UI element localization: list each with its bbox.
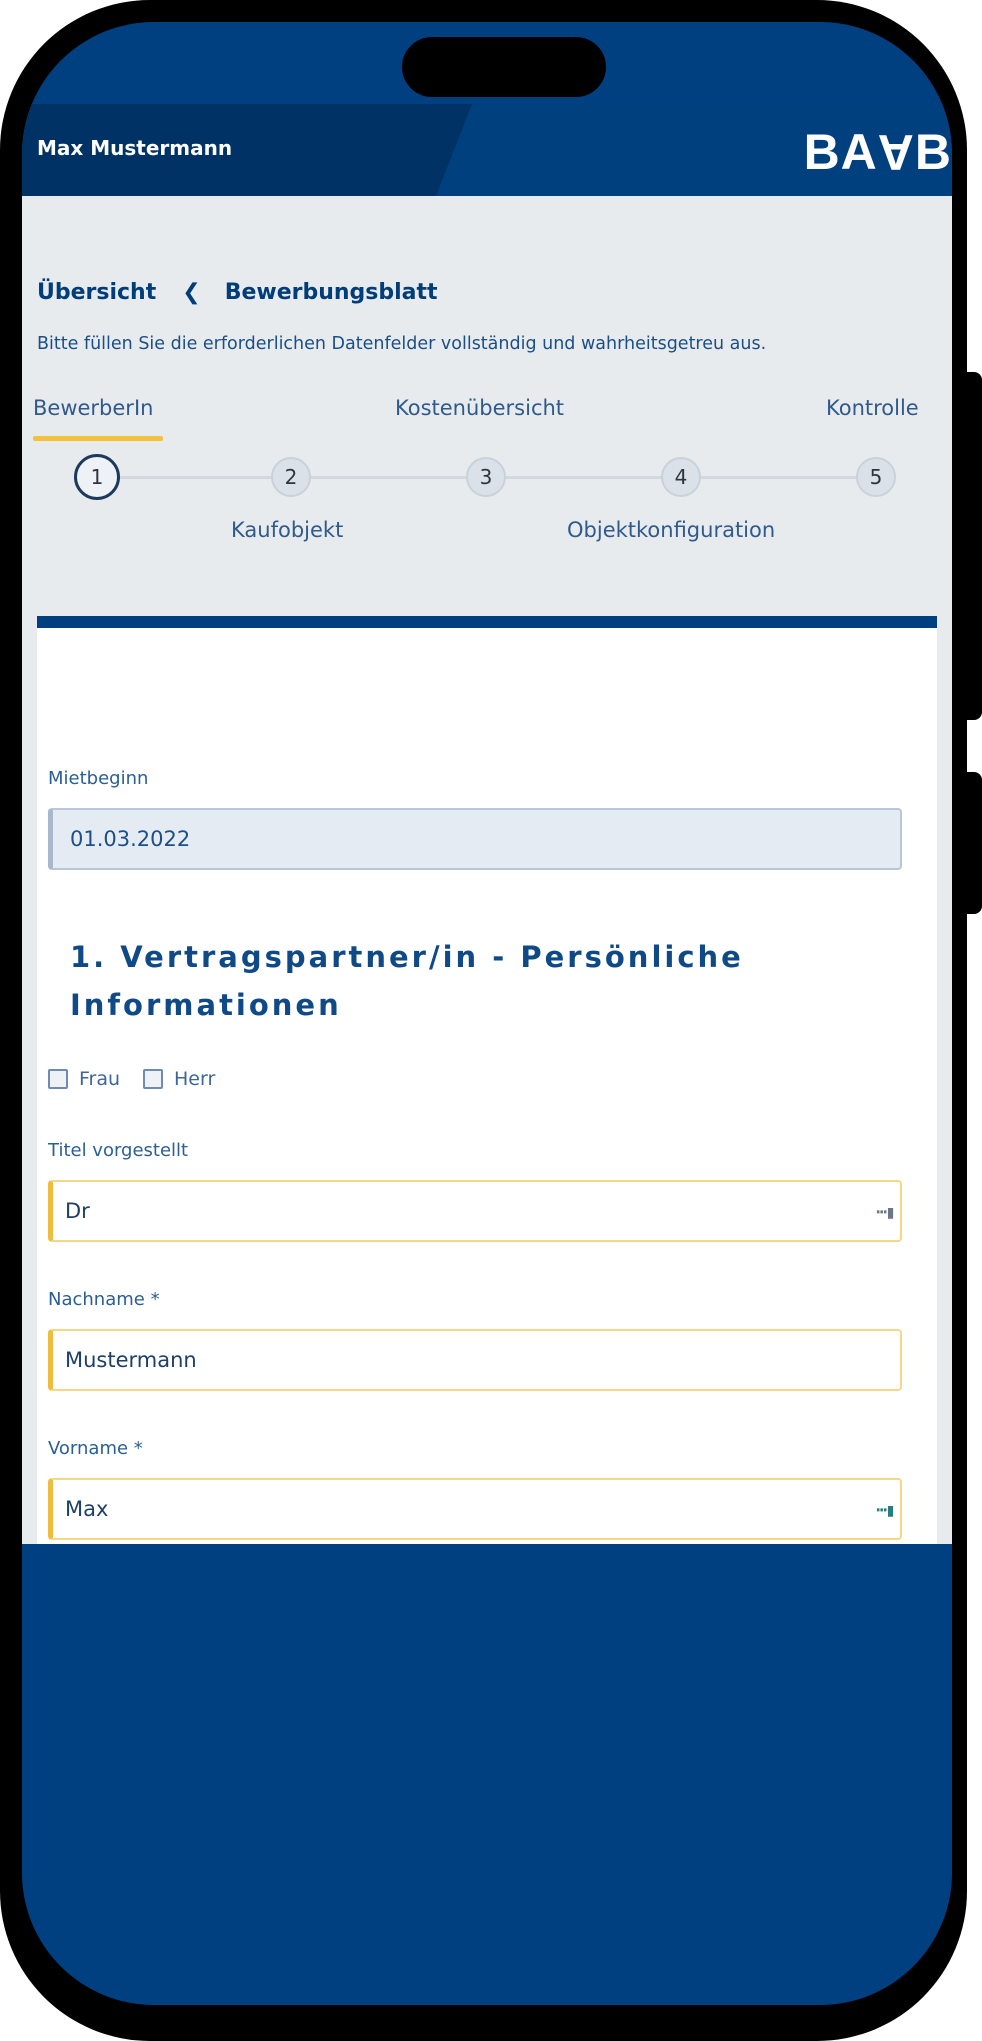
gender-option-herr[interactable]: Herr bbox=[143, 1068, 215, 1090]
step-label-3[interactable]: Kostenübersicht bbox=[395, 396, 564, 420]
checkbox-frau[interactable] bbox=[48, 1069, 68, 1089]
breadcrumb-overview-link[interactable]: Übersicht bbox=[37, 280, 156, 305]
step-label-5[interactable]: Kontrolle bbox=[826, 396, 919, 420]
gender-label-frau: Frau bbox=[79, 1068, 121, 1090]
step-label-4[interactable]: Objektkonfiguration bbox=[567, 518, 775, 542]
dynamic-island bbox=[402, 37, 606, 97]
title-prefix-input[interactable]: Dr ┅▮ bbox=[48, 1180, 902, 1242]
brand-logo[interactable]: BAAB bbox=[804, 124, 952, 180]
section-title: 1. Vertragspartner/in - Persönliche Info… bbox=[70, 940, 744, 1022]
first-name-input[interactable]: Max ┅▮ bbox=[48, 1478, 902, 1540]
form-card: Mietbeginn 01.03.2022 1. Vertragspartner… bbox=[37, 616, 937, 1544]
title-prefix-value: Dr bbox=[65, 1199, 90, 1223]
main-content: Übersicht ❮ Bewerbungsblatt Bitte füllen… bbox=[22, 196, 952, 1544]
step-label-2[interactable]: Kaufobjekt bbox=[231, 518, 343, 542]
screen: Max Mustermann BAAB Übersicht ❮ Bewerbun… bbox=[22, 22, 952, 2005]
step-circle-1[interactable]: 1 bbox=[74, 454, 120, 500]
step-circle-5[interactable]: 5 bbox=[856, 457, 896, 497]
app-header: Max Mustermann BAAB bbox=[22, 104, 952, 196]
rent-start-label: Mietbeginn bbox=[48, 768, 149, 789]
side-button bbox=[955, 372, 982, 720]
chevron-left-icon[interactable]: ❮ bbox=[182, 280, 200, 305]
breadcrumb: Übersicht ❮ Bewerbungsblatt bbox=[37, 280, 438, 305]
title-prefix-label: Titel vorgestellt bbox=[48, 1140, 189, 1161]
breadcrumb-current: Bewerbungsblatt bbox=[224, 280, 438, 305]
intro-text: Bitte füllen Sie die erforderlichen Date… bbox=[37, 334, 767, 354]
first-name-value: Max bbox=[65, 1497, 109, 1521]
active-step-indicator bbox=[33, 436, 163, 441]
password-manager-icon[interactable]: ┅▮ bbox=[876, 1202, 896, 1223]
first-name-label: Vorname * bbox=[48, 1438, 143, 1459]
last-name-value: Mustermann bbox=[65, 1348, 197, 1372]
step-circle-3[interactable]: 3 bbox=[466, 457, 506, 497]
step-circle-2[interactable]: 2 bbox=[271, 457, 311, 497]
side-button bbox=[955, 772, 982, 914]
gender-option-frau[interactable]: Frau bbox=[48, 1068, 120, 1090]
step-label-1[interactable]: BewerberIn bbox=[33, 396, 153, 420]
logo-text-right: B bbox=[914, 124, 952, 180]
last-name-input[interactable]: Mustermann bbox=[48, 1329, 902, 1391]
rent-start-field: 01.03.2022 bbox=[48, 808, 902, 870]
gender-label-herr: Herr bbox=[174, 1068, 216, 1090]
user-name[interactable]: Max Mustermann bbox=[37, 136, 232, 160]
logo-text-left: BA bbox=[803, 124, 878, 180]
step-circle-4[interactable]: 4 bbox=[661, 457, 701, 497]
password-manager-icon[interactable]: ┅▮ bbox=[876, 1500, 896, 1521]
rent-start-value: 01.03.2022 bbox=[70, 827, 191, 851]
last-name-label: Nachname * bbox=[48, 1289, 160, 1310]
logo-text-flipped: A bbox=[877, 124, 915, 180]
checkbox-herr[interactable] bbox=[143, 1069, 163, 1089]
